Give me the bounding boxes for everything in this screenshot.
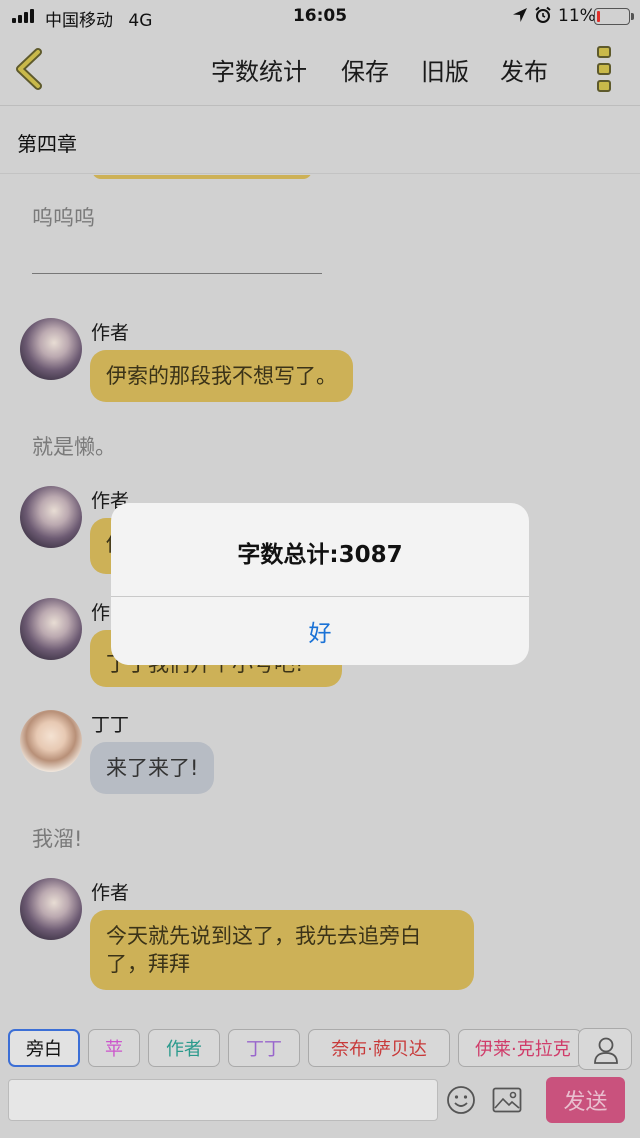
back-icon[interactable] [12,48,46,90]
narration-text: 就是懒。 [32,435,116,459]
speaker-name: 作者 [91,882,130,904]
message-bubble[interactable]: 今天就先说到这了，我先去追旁白了，拜拜 [90,910,474,990]
word-count-alert: 字数总计:3087 好 [111,503,529,665]
character-chip[interactable]: 伊莱·克拉克 [458,1029,582,1067]
send-button[interactable]: 发送 [546,1077,625,1123]
word-count-button[interactable]: 字数统计 [211,52,307,87]
author-avatar[interactable] [20,486,82,548]
author-avatar[interactable] [20,598,82,660]
divider-line [32,273,322,274]
author-avatar[interactable] [20,878,82,940]
author-avatar[interactable] [20,318,82,380]
input-bar: 发送 [0,1073,640,1138]
image-icon[interactable] [492,1087,522,1113]
speaker-name: 作者 [91,322,130,344]
publish-button[interactable]: 发布 [500,52,548,87]
message-bubble-partial [92,175,312,179]
alarm-icon [535,6,551,23]
dingding-avatar[interactable] [20,710,82,772]
emoji-icon[interactable] [446,1085,476,1115]
character-manage-button[interactable] [578,1028,632,1070]
character-chip[interactable]: 奈布·萨贝达 [308,1029,450,1067]
speaker-name: 作 [91,602,111,624]
narration-text: 呜呜呜 [32,206,95,230]
person-icon [594,1037,618,1064]
character-chip-narrator[interactable]: 旁白 [8,1029,80,1067]
alert-ok-button[interactable]: 好 [111,597,529,665]
location-icon [513,8,527,22]
message-bubble[interactable]: 伊索的那段我不想写了。 [90,350,353,402]
save-button[interactable]: 保存 [341,52,389,87]
more-menu-icon[interactable] [597,46,613,92]
character-chip-dingding[interactable]: 丁丁 [228,1029,300,1067]
speaker-name: 丁丁 [91,714,130,736]
status-bar: 中国移动 4G 16:05 11% [0,0,640,32]
battery-icon [594,8,634,25]
chapter-header: 第四章 [0,106,640,174]
character-chip-author[interactable]: 作者 [148,1029,220,1067]
old-version-button[interactable]: 旧版 [421,52,469,87]
nav-bar: 字数统计 保存 旧版 发布 [0,32,640,106]
character-bar: 旁白 苹 作者 丁丁 奈布·萨贝达 伊莱·克拉克 [0,1025,640,1073]
character-chip[interactable]: 苹 [88,1029,140,1067]
alert-title: 字数总计:3087 [237,542,403,568]
narration-text: 我溜! [32,827,83,851]
message-bubble[interactable]: 来了来了! [90,742,215,794]
chapter-title[interactable]: 第四章 [17,128,77,157]
battery-fill [597,11,600,22]
battery-percent: 11% [558,6,596,26]
message-input[interactable] [8,1079,438,1121]
